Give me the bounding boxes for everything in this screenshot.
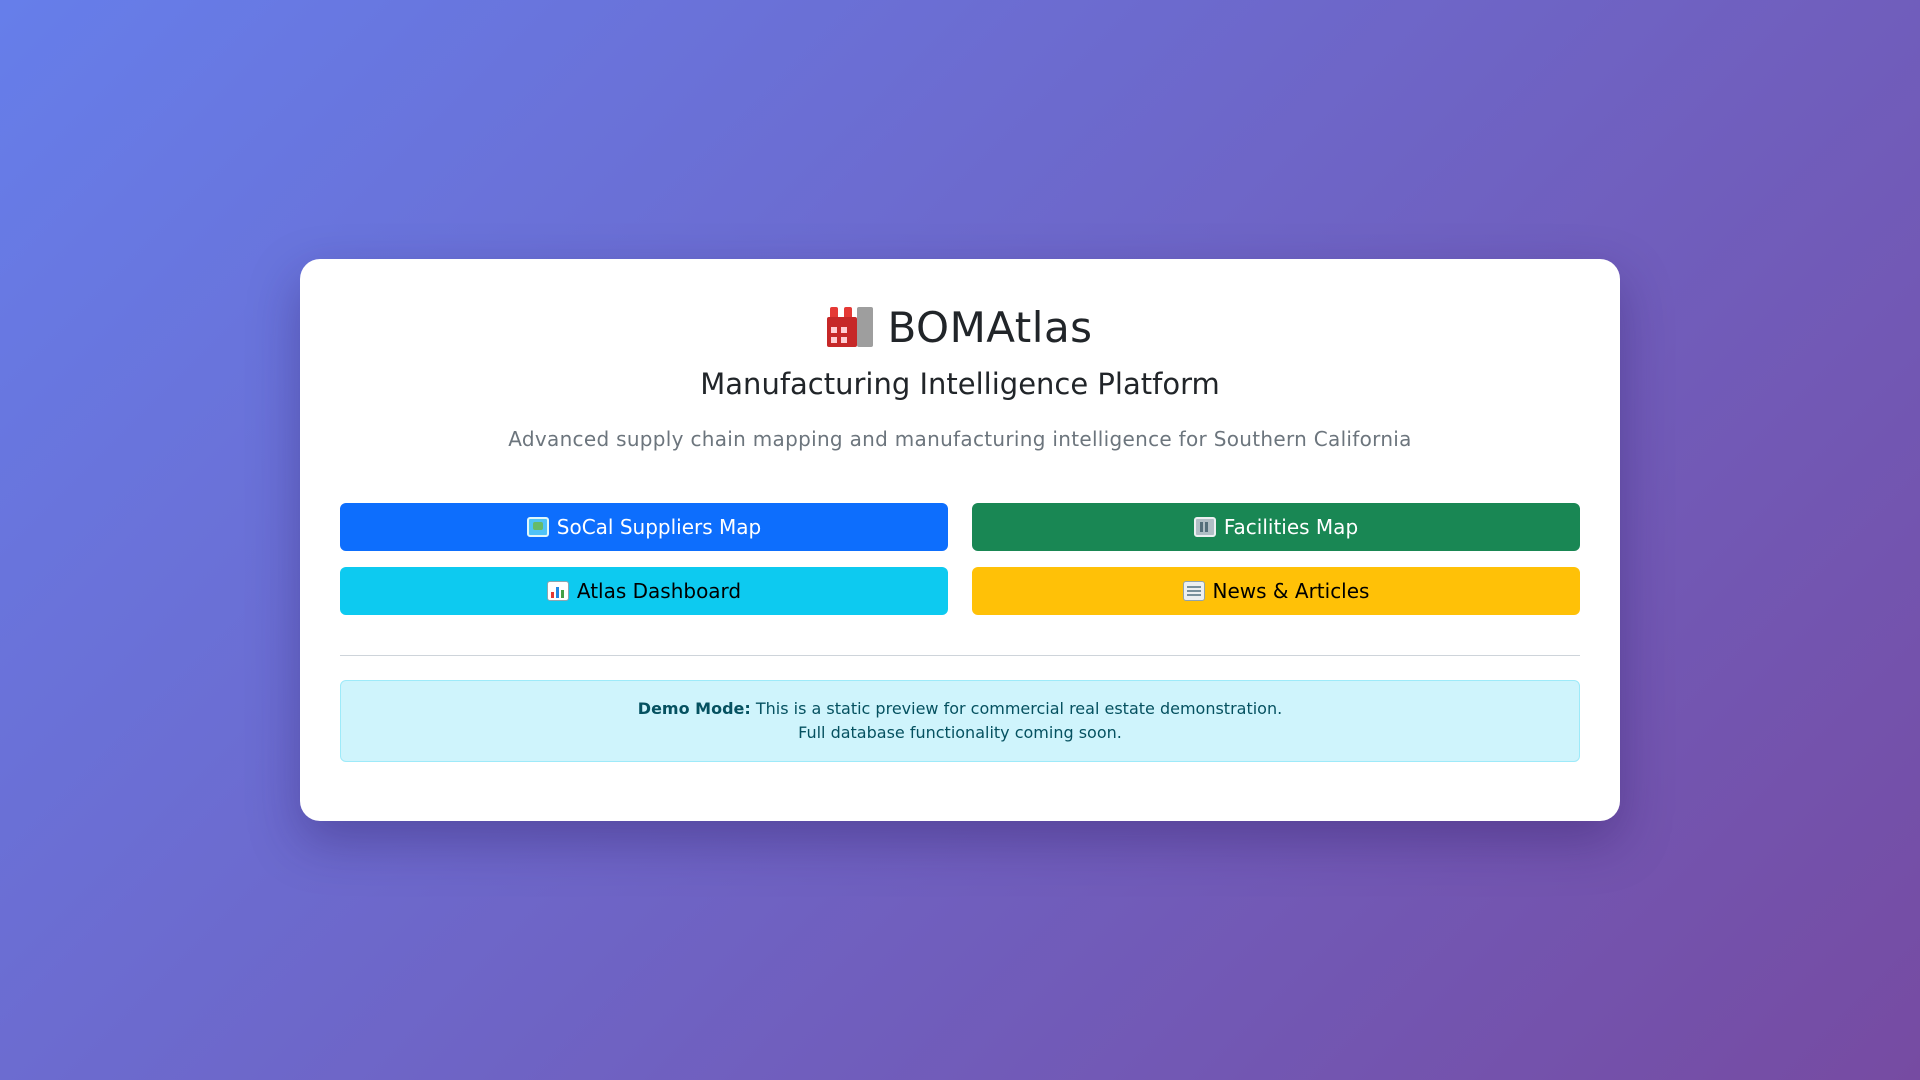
atlas-dashboard-label: Atlas Dashboard [576, 579, 742, 603]
newspaper-icon [1182, 581, 1205, 601]
facilities-map-button[interactable]: Facilities Map [972, 503, 1580, 551]
alert-message: This is a static preview for commercial … [755, 699, 1283, 718]
office-building-icon [1193, 517, 1216, 537]
atlas-dashboard-button[interactable]: Atlas Dashboard [340, 567, 948, 615]
page-tagline: Advanced supply chain mapping and manufa… [508, 427, 1412, 451]
bar-chart-icon [546, 581, 569, 601]
news-articles-label: News & Articles [1212, 579, 1370, 603]
app-title: BOMAtlas [887, 302, 1093, 352]
world-map-icon [526, 517, 549, 537]
section-divider [340, 655, 1580, 656]
landing-card: BOMAtlas Manufacturing Intelligence Plat… [300, 259, 1620, 821]
navigation-buttons: SoCal Suppliers Map Facilities Map Atlas… [340, 503, 1580, 615]
alert-label: Demo Mode: [637, 699, 751, 718]
facilities-map-label: Facilities Map [1223, 515, 1359, 539]
brand-header: BOMAtlas [340, 299, 1580, 355]
demo-mode-alert: Demo Mode: This is a static preview for … [340, 680, 1580, 762]
page-subtitle: Manufacturing Intelligence Platform [700, 367, 1220, 401]
news-articles-button[interactable]: News & Articles [972, 567, 1580, 615]
alert-line-2: Full database functionality coming soon. [798, 723, 1122, 742]
alert-line-1: Demo Mode: This is a static preview for … [361, 697, 1559, 721]
socal-suppliers-map-label: SoCal Suppliers Map [556, 515, 762, 539]
factory-icon [827, 307, 874, 347]
socal-suppliers-map-button[interactable]: SoCal Suppliers Map [340, 503, 948, 551]
